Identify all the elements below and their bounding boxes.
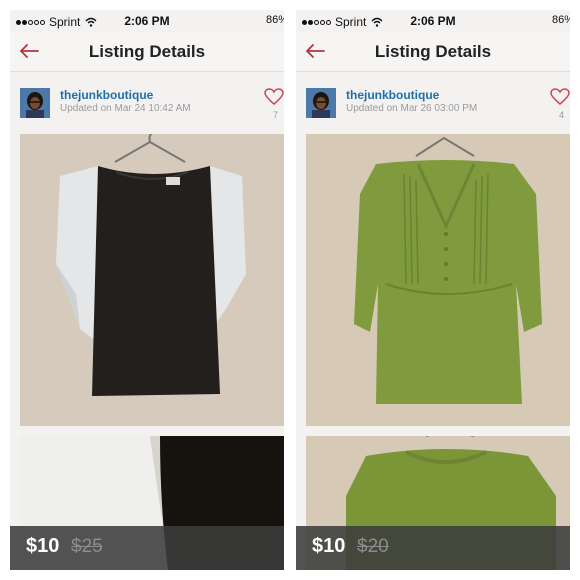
seller-row: thejunkboutique Updated on Mar 24 10:42 … — [10, 73, 284, 133]
heart-icon[interactable] — [550, 88, 570, 106]
updated-timestamp: Updated on Mar 24 10:42 AM — [60, 103, 191, 114]
price-bar: $10 $25 — [10, 526, 284, 570]
page-title: Listing Details — [88, 42, 206, 61]
battery-level: 86% — [551, 14, 570, 26]
listing-panel-left: Sprint 2:06 PM 86% Listing Details theju… — [10, 10, 284, 570]
clock: 2:06 PM — [410, 14, 456, 28]
seller-row: thejunkboutique Updated on Mar 26 03:00 … — [296, 73, 570, 133]
status-bar: Sprint 2:06 PM 86% — [296, 10, 570, 32]
original-price: $20 — [357, 536, 389, 557]
avatar[interactable] — [306, 88, 336, 118]
like-count: 4 — [558, 110, 564, 120]
updated-timestamp: Updated on Mar 26 03:00 PM — [346, 103, 478, 114]
seller-username[interactable]: thejunkboutique — [60, 88, 153, 102]
listing-panel-right: Sprint 2:06 PM 86% Listing Details theju… — [296, 10, 570, 570]
listing-photo-main[interactable] — [20, 134, 284, 426]
heart-icon[interactable] — [264, 88, 284, 106]
current-price: $10 — [26, 535, 60, 557]
battery-level: 86% — [265, 14, 284, 26]
listing-photo-main[interactable] — [306, 134, 570, 426]
avatar[interactable] — [20, 88, 50, 118]
nav-bar: Listing Details — [296, 32, 570, 72]
price-bar: $10 $20 — [296, 526, 570, 570]
nav-bar: Listing Details — [10, 32, 284, 72]
seller-username[interactable]: thejunkboutique — [346, 88, 439, 102]
original-price: $25 — [71, 536, 103, 557]
page-title: Listing Details — [374, 42, 492, 61]
clock: 2:06 PM — [124, 14, 170, 28]
current-price: $10 — [312, 535, 346, 557]
status-bar: Sprint 2:06 PM 86% — [10, 10, 284, 32]
like-count: 7 — [272, 110, 278, 120]
